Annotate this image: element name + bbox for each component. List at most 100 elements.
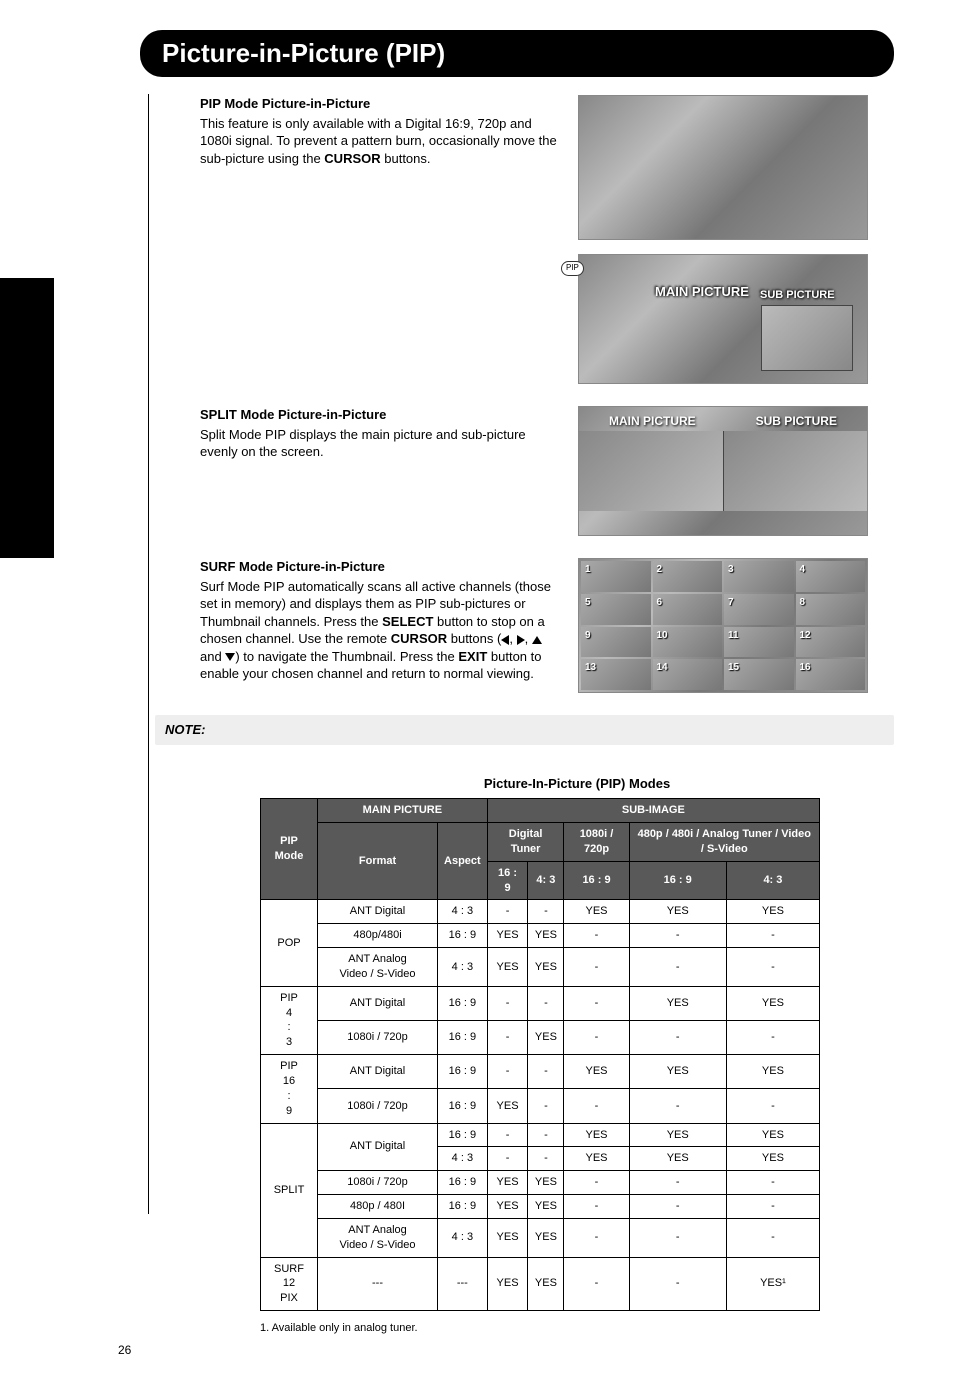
- hdr-43b: 4: 3: [726, 861, 819, 900]
- cell-value: YES: [487, 1195, 528, 1219]
- cell-value: YES: [528, 1020, 564, 1054]
- cell-aspect: 16 : 9: [438, 1171, 488, 1195]
- surf-cell: 6: [653, 594, 723, 625]
- cell-aspect: 16 : 9: [438, 1089, 488, 1123]
- surf-cell: 14: [653, 659, 723, 690]
- sub-picture-label: SUB PICTURE: [760, 288, 835, 303]
- cell-value: YES: [564, 1123, 629, 1147]
- arrow-down-icon: [225, 653, 235, 661]
- surf-cell: 10: [653, 627, 723, 658]
- cell-value: -: [629, 1089, 726, 1123]
- cell-value: -: [487, 1020, 528, 1054]
- cell-aspect: 4 : 3: [438, 1147, 488, 1171]
- cell-value: -: [528, 986, 564, 1020]
- cell-value: YES: [564, 1055, 629, 1089]
- cell-value: -: [629, 1218, 726, 1257]
- cell-value: -: [629, 948, 726, 987]
- cell-value: -: [528, 900, 564, 924]
- cell-value: -: [528, 1089, 564, 1123]
- surf-cell: 3: [724, 561, 794, 592]
- table-row: SPLITANT Digital16 : 9--YESYESYES: [261, 1123, 820, 1147]
- table-row: PIP16:9ANT Digital16 : 9--YESYESYES: [261, 1055, 820, 1089]
- hdr-169b: 16 : 9: [564, 861, 629, 900]
- cell-value: -: [487, 1055, 528, 1089]
- cell-value: -: [726, 1195, 819, 1219]
- cell-mode: SURF12PIX: [261, 1257, 318, 1311]
- cell-aspect: 4 : 3: [438, 948, 488, 987]
- hdr-1080-720: 1080i / 720p: [564, 823, 629, 862]
- cell-format: ANT AnalogVideo / S-Video: [318, 1218, 438, 1257]
- side-tab: [0, 278, 54, 558]
- table-row: SURF12PIX------YESYES--YES¹: [261, 1257, 820, 1311]
- cell-value: YES: [629, 986, 726, 1020]
- cell-value: YES: [629, 1123, 726, 1147]
- cell-value: YES: [726, 1055, 819, 1089]
- cell-value: -: [629, 1257, 726, 1311]
- cell-value: -: [564, 924, 629, 948]
- surf-cell: 7: [724, 594, 794, 625]
- split-sub-label: SUB PICTURE: [756, 413, 837, 429]
- surf-cell: 5: [581, 594, 651, 625]
- cell-aspect: 16 : 9: [438, 1195, 488, 1219]
- hdr-aspect: Aspect: [438, 823, 488, 900]
- cell-aspect: ---: [438, 1257, 488, 1311]
- cell-value: YES: [726, 1123, 819, 1147]
- hdr-169: 16 : 9: [487, 861, 528, 900]
- surf-cell: 9: [581, 627, 651, 658]
- cell-format: 1080i / 720p: [318, 1089, 438, 1123]
- section-split: SPLIT Mode Picture-in-Picture Split Mode…: [200, 406, 894, 536]
- note-label: NOTE:: [165, 722, 205, 737]
- cell-value: YES: [528, 1257, 564, 1311]
- surf-cell: 16: [796, 659, 866, 690]
- cell-value: -: [564, 1020, 629, 1054]
- page-number: 26: [118, 1342, 131, 1358]
- split-left: [579, 431, 724, 511]
- hdr-sub-image: SUB-IMAGE: [487, 799, 819, 823]
- cell-value: YES: [528, 1171, 564, 1195]
- page-title-bar: Picture-in-Picture (PIP): [140, 30, 894, 77]
- cell-value: YES: [726, 986, 819, 1020]
- cell-value: -: [487, 1147, 528, 1171]
- cell-format: 480p/480i: [318, 924, 438, 948]
- table-footnote: 1. Available only in analog tuner.: [260, 1321, 894, 1336]
- cell-value: YES: [564, 1147, 629, 1171]
- cell-value: YES: [487, 1089, 528, 1123]
- table-row: 480p/480i16 : 9YESYES---: [261, 924, 820, 948]
- cell-value: YES: [528, 1195, 564, 1219]
- cell-format: 480p / 480I: [318, 1195, 438, 1219]
- cell-value: YES¹: [726, 1257, 819, 1311]
- cell-value: -: [528, 1055, 564, 1089]
- cell-value: -: [564, 1089, 629, 1123]
- cell-aspect: 16 : 9: [438, 1123, 488, 1147]
- cell-value: -: [487, 900, 528, 924]
- cell-value: -: [528, 1147, 564, 1171]
- cell-value: YES: [726, 900, 819, 924]
- cell-value: YES: [528, 924, 564, 948]
- hdr-pip-mode: PIP Mode: [261, 799, 318, 900]
- table-row: ANT AnalogVideo / S-Video4 : 3YESYES---: [261, 1218, 820, 1257]
- table-row: PIP4:3ANT Digital16 : 9---YESYES: [261, 986, 820, 1020]
- surf-cell: 15: [724, 659, 794, 690]
- cell-value: -: [726, 1089, 819, 1123]
- cell-aspect: 16 : 9: [438, 1055, 488, 1089]
- cell-value: YES: [487, 1257, 528, 1311]
- surf-cell: 4: [796, 561, 866, 592]
- pip-modes-table: PIP Mode MAIN PICTURE SUB-IMAGE Format A…: [260, 798, 820, 1311]
- split-text-block: SPLIT Mode Picture-in-Picture Split Mode…: [200, 406, 560, 536]
- cell-value: -: [726, 1020, 819, 1054]
- cell-value: -: [726, 948, 819, 987]
- cell-value: -: [726, 924, 819, 948]
- cell-value: YES: [528, 948, 564, 987]
- split-body: Split Mode PIP displays the main picture…: [200, 426, 560, 461]
- split-image: MAIN PICTURE SUB PICTURE: [578, 406, 868, 536]
- cell-format: ANT Digital: [318, 900, 438, 924]
- cell-aspect: 16 : 9: [438, 986, 488, 1020]
- cell-value: -: [564, 1195, 629, 1219]
- note-row: NOTE:: [155, 715, 894, 745]
- cell-value: YES: [726, 1147, 819, 1171]
- cell-format: ---: [318, 1257, 438, 1311]
- cell-value: -: [528, 1123, 564, 1147]
- cell-format: 1080i / 720p: [318, 1171, 438, 1195]
- surf-body: Surf Mode PIP automatically scans all ac…: [200, 578, 560, 683]
- table-row: 480p / 480I16 : 9YESYES---: [261, 1195, 820, 1219]
